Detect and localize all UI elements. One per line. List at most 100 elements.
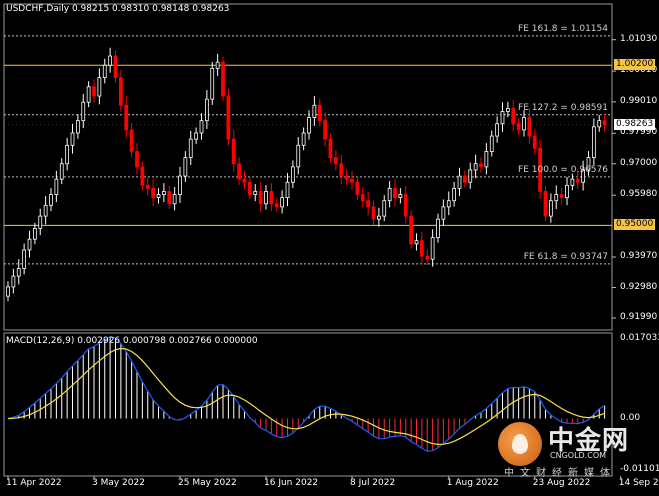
candle-body[interactable] xyxy=(92,86,96,97)
candle-body[interactable] xyxy=(274,203,279,208)
horizontal-levels[interactable] xyxy=(4,35,612,265)
candle-body[interactable] xyxy=(86,86,91,103)
candle-body[interactable] xyxy=(516,123,521,131)
candle-body[interactable] xyxy=(124,104,129,131)
candle-body[interactable] xyxy=(457,175,462,189)
candle-body[interactable] xyxy=(285,181,290,199)
candle-body[interactable] xyxy=(446,200,451,208)
candle-body[interactable] xyxy=(183,157,188,177)
candle-body[interactable] xyxy=(242,178,247,183)
candle-body[interactable] xyxy=(113,55,118,78)
candle-body[interactable] xyxy=(65,144,70,165)
candle-body[interactable] xyxy=(172,194,177,205)
candle-body[interactable] xyxy=(43,204,48,217)
candle-body[interactable] xyxy=(140,166,145,186)
candle-body[interactable] xyxy=(97,77,102,97)
candle-body[interactable] xyxy=(371,206,376,220)
candle-body[interactable] xyxy=(522,117,526,131)
candle-body[interactable] xyxy=(135,151,139,168)
candle-body[interactable] xyxy=(484,151,489,168)
candle-body[interactable] xyxy=(59,163,64,180)
candle-body[interactable] xyxy=(355,181,360,195)
candle-body[interactable] xyxy=(339,163,344,177)
candle-body[interactable] xyxy=(6,286,10,297)
candle-body[interactable] xyxy=(156,194,161,199)
candle-body[interactable] xyxy=(436,218,440,239)
candle-body[interactable] xyxy=(543,191,548,217)
candle-body[interactable] xyxy=(258,191,263,205)
candle-body[interactable] xyxy=(118,77,123,106)
candle-body[interactable] xyxy=(387,187,392,202)
candle-body[interactable] xyxy=(16,268,21,277)
candle-body[interactable] xyxy=(151,187,156,199)
candle-body[interactable] xyxy=(264,191,268,205)
candle-body[interactable] xyxy=(565,184,569,199)
candle-body[interactable] xyxy=(167,191,172,205)
candle-body[interactable] xyxy=(441,206,446,220)
candle-body[interactable] xyxy=(301,132,306,146)
candle-body[interactable] xyxy=(188,138,193,159)
candle-body[interactable] xyxy=(221,61,225,97)
candle-body[interactable] xyxy=(38,215,43,229)
candle-body[interactable] xyxy=(32,228,37,240)
candle-body[interactable] xyxy=(204,98,209,122)
candle-body[interactable] xyxy=(548,200,553,217)
candle-body[interactable] xyxy=(344,175,349,180)
candle-body[interactable] xyxy=(199,120,204,134)
candle-body[interactable] xyxy=(500,111,505,125)
candle-body[interactable] xyxy=(269,191,274,205)
candle-body[interactable] xyxy=(49,194,53,206)
candle-body[interactable] xyxy=(27,238,32,251)
candle-body[interactable] xyxy=(178,175,182,195)
candle-body[interactable] xyxy=(11,275,16,288)
candle-body[interactable] xyxy=(425,255,430,260)
candle-body[interactable] xyxy=(495,123,500,137)
candle-body[interactable] xyxy=(75,120,80,134)
candle-body[interactable] xyxy=(527,117,532,137)
candle-body[interactable] xyxy=(226,95,231,140)
candle-body[interactable] xyxy=(323,120,328,140)
candle-body[interactable] xyxy=(210,67,215,100)
candle-body[interactable] xyxy=(559,194,564,199)
candle-body[interactable] xyxy=(398,194,403,199)
candle-body[interactable] xyxy=(194,132,199,140)
candle-body[interactable] xyxy=(575,178,580,183)
candle-body[interactable] xyxy=(452,187,457,202)
candle-body[interactable] xyxy=(161,191,166,195)
candle-body[interactable] xyxy=(409,215,414,245)
candle-body[interactable] xyxy=(403,194,408,217)
candle-body[interactable] xyxy=(591,126,596,159)
candle-body[interactable] xyxy=(414,240,419,245)
candle-body[interactable] xyxy=(145,184,150,189)
candle-body[interactable] xyxy=(468,169,473,183)
candle-body[interactable] xyxy=(532,135,537,149)
candle-body[interactable] xyxy=(360,194,365,202)
candle-body[interactable] xyxy=(333,157,338,165)
candle-body[interactable] xyxy=(366,200,371,208)
candle-body[interactable] xyxy=(70,132,75,146)
candle-body[interactable] xyxy=(393,187,397,199)
candle-body[interactable] xyxy=(382,200,387,217)
candle-body[interactable] xyxy=(215,61,220,69)
candle-body[interactable] xyxy=(81,101,86,122)
candle-body[interactable] xyxy=(511,107,516,125)
candle-body[interactable] xyxy=(489,135,494,152)
candle-body[interactable] xyxy=(473,163,478,171)
candle-body[interactable] xyxy=(350,178,354,183)
candle-body[interactable] xyxy=(253,191,258,195)
candle-body[interactable] xyxy=(317,104,322,122)
candle-body[interactable] xyxy=(597,120,602,128)
candle-body[interactable] xyxy=(54,178,59,195)
candle-body[interactable] xyxy=(290,166,295,183)
candle-body[interactable] xyxy=(602,120,607,126)
candle-body[interactable] xyxy=(280,197,285,208)
candle-body[interactable] xyxy=(108,55,113,66)
candle-body[interactable] xyxy=(247,181,252,195)
candle-body[interactable] xyxy=(462,175,467,183)
candle-body[interactable] xyxy=(296,144,301,168)
candle-body[interactable] xyxy=(102,64,107,78)
candle-body[interactable] xyxy=(376,215,381,220)
candle-body[interactable] xyxy=(328,138,333,159)
candle-body[interactable] xyxy=(129,129,134,152)
candle-body[interactable] xyxy=(307,117,311,134)
